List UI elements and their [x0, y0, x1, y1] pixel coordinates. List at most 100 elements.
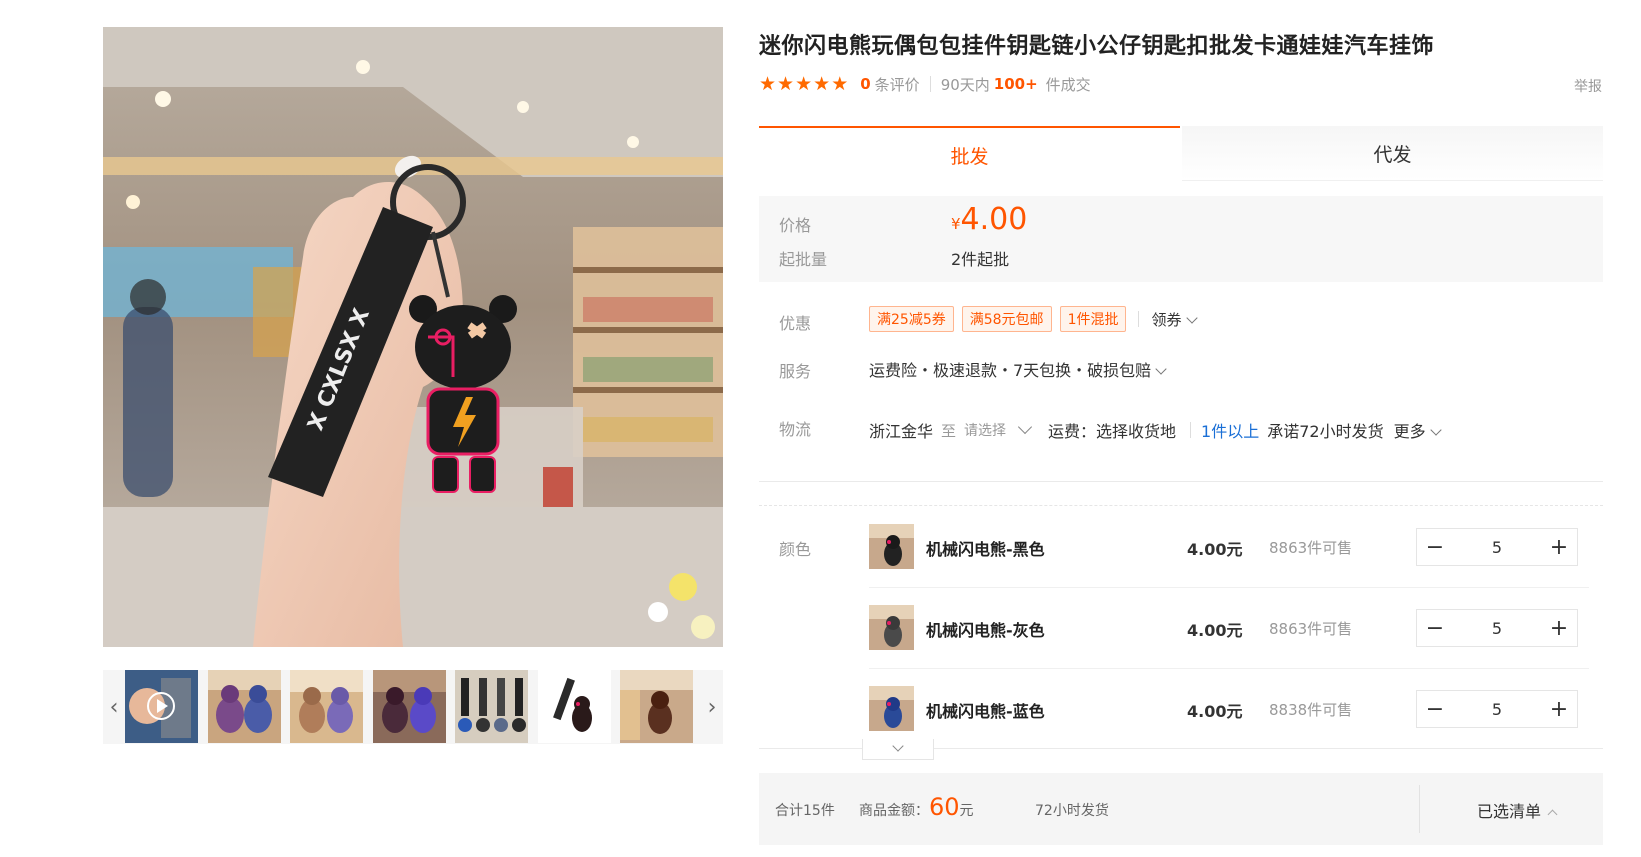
- coupon-button[interactable]: 领券: [1151, 309, 1198, 330]
- sku-name: 机械闪电熊-蓝色: [926, 702, 1045, 721]
- sku-stock: 8863件可售: [1269, 539, 1353, 557]
- thumbnail-7[interactable]: [620, 670, 693, 743]
- main-product-image[interactable]: X CXLSX X: [103, 27, 723, 647]
- color-label: 颜色: [779, 540, 812, 559]
- promo-tags: 满25减5券 满58元包邮 1件混批 领券: [869, 306, 1198, 332]
- quantity-stepper: − +: [1416, 609, 1578, 647]
- sku-name: 机械闪电熊-黑色: [926, 540, 1045, 559]
- price-value: ¥4.00: [951, 202, 1027, 237]
- minus-button[interactable]: −: [1417, 529, 1453, 565]
- quantity-stepper: − +: [1416, 690, 1578, 728]
- review-count[interactable]: 0: [860, 75, 870, 93]
- sku-thumbnail[interactable]: [869, 605, 914, 650]
- divider: [1419, 785, 1420, 833]
- thumbnail-1[interactable]: [125, 670, 198, 743]
- price-label: 价格: [779, 216, 812, 235]
- minus-button[interactable]: −: [1417, 610, 1453, 646]
- quantity-input[interactable]: [1465, 617, 1529, 639]
- promo-tag[interactable]: 满25减5券: [869, 306, 954, 332]
- plus-button[interactable]: +: [1541, 529, 1577, 565]
- sku-thumbnail[interactable]: [869, 686, 914, 731]
- destination-placeholder: 请选择: [964, 423, 1007, 439]
- destination-select[interactable]: 请选择: [964, 419, 1033, 440]
- sales-period: 90天内: [940, 75, 990, 94]
- sku-stock: 8863件可售: [1269, 620, 1353, 638]
- divider: [929, 76, 931, 92]
- shipping-fee: 运费：选择收货地: [1048, 422, 1177, 441]
- chevron-down-icon: [1155, 363, 1167, 375]
- quantity-input[interactable]: [1465, 698, 1529, 720]
- thumbnail-2[interactable]: [208, 670, 281, 743]
- sku-price: 4.00元: [1187, 621, 1243, 640]
- order-summary-bar: 合计15件 商品金额：60元 72小时发货 已选清单: [759, 773, 1603, 845]
- min-qty: 1件以上: [1201, 422, 1260, 441]
- chevron-down-icon: [1185, 311, 1198, 324]
- currency-symbol: ¥: [951, 215, 961, 233]
- ship-origin: 浙江金华: [869, 422, 934, 441]
- ship-note: 72小时发货: [1035, 803, 1109, 819]
- thumbnail-5[interactable]: [455, 670, 528, 743]
- moq-value: 2件起批: [951, 250, 1010, 269]
- moq-label: 起批量: [779, 250, 828, 269]
- divider: [1190, 422, 1192, 438]
- review-label[interactable]: 条评价: [875, 74, 920, 95]
- price-number: 4.00: [960, 202, 1028, 237]
- chevron-left-icon[interactable]: ‹: [103, 670, 125, 744]
- chevron-down-icon: [892, 740, 904, 752]
- star-icon: ★: [813, 72, 831, 95]
- service-list[interactable]: 运费险・极速退款・7天包换・破损包赔: [869, 357, 1167, 381]
- divider: [1138, 311, 1140, 327]
- tab-dropship[interactable]: 代发: [1182, 126, 1603, 181]
- sales-count: 100+: [993, 75, 1038, 93]
- minus-button[interactable]: −: [1417, 691, 1453, 727]
- amount: 商品金额：60元: [859, 793, 974, 821]
- sku-name: 机械闪电熊-灰色: [926, 621, 1045, 640]
- promo-tag[interactable]: 满58元包邮: [961, 306, 1052, 332]
- amount-value: 60: [929, 793, 960, 821]
- product-title: 迷你闪电熊玩偶包包挂件钥匙链小公仔钥匙扣批发卡通娃娃汽车挂饰: [759, 34, 1435, 59]
- thumbnail-strip: ‹ ›: [103, 670, 723, 744]
- coupon-label: 领券: [1151, 310, 1182, 329]
- amount-unit: 元: [959, 803, 974, 819]
- thumbnail-3[interactable]: [290, 670, 363, 743]
- divider: [869, 587, 1589, 588]
- sku-stock: 8838件可售: [1269, 701, 1353, 719]
- amount-label: 商品金额：: [859, 803, 929, 819]
- more-label: 更多: [1393, 422, 1426, 441]
- sku-price: 4.00元: [1187, 702, 1243, 721]
- quantity-stepper: − +: [1416, 528, 1578, 566]
- divider: [759, 505, 1603, 506]
- more-button[interactable]: 更多: [1393, 418, 1442, 442]
- divider: [759, 481, 1603, 482]
- expand-sku-button[interactable]: [862, 739, 934, 760]
- plus-button[interactable]: +: [1541, 691, 1577, 727]
- star-icon: ★: [831, 72, 849, 95]
- chevron-down-icon: [1017, 419, 1033, 435]
- star-icon: ★: [759, 72, 777, 95]
- selected-list-label: 已选清单: [1477, 802, 1542, 821]
- thumbnail-6[interactable]: [538, 670, 611, 743]
- rating-stars: ★ ★ ★ ★ ★: [759, 72, 849, 95]
- total-qty: 合计15件: [775, 803, 835, 819]
- divider: [869, 668, 1589, 669]
- thumbnail-4[interactable]: [373, 670, 446, 743]
- logistics-row: 浙江金华 至 请选择 运费：选择收货地 1件以上 承诺72小时发货 更多: [869, 418, 1442, 442]
- rating-row: ★ ★ ★ ★ ★ 0 条评价 90天内 100+ 件成交: [759, 72, 1091, 96]
- service-label: 服务: [779, 362, 812, 381]
- selected-list-button[interactable]: 已选清单: [1477, 798, 1558, 822]
- plus-button[interactable]: +: [1541, 610, 1577, 646]
- star-icon: ★: [795, 72, 813, 95]
- sku-price: 4.00元: [1187, 540, 1243, 559]
- price-box: 价格 ¥4.00 起批量 2件起批: [759, 196, 1603, 282]
- ship-promise: 承诺72小时发货: [1267, 422, 1384, 441]
- promo-label: 优惠: [779, 314, 812, 333]
- sku-thumbnail[interactable]: [869, 524, 914, 569]
- quantity-input[interactable]: [1465, 536, 1529, 558]
- sales-label: 件成交: [1045, 75, 1091, 94]
- tab-wholesale[interactable]: 批发: [759, 126, 1180, 182]
- report-link[interactable]: 举报: [1574, 76, 1602, 96]
- chevron-right-icon[interactable]: ›: [701, 670, 723, 744]
- promo-tag[interactable]: 1件混批: [1059, 306, 1127, 332]
- chevron-up-icon: [1547, 809, 1558, 820]
- chevron-down-icon: [1429, 424, 1442, 436]
